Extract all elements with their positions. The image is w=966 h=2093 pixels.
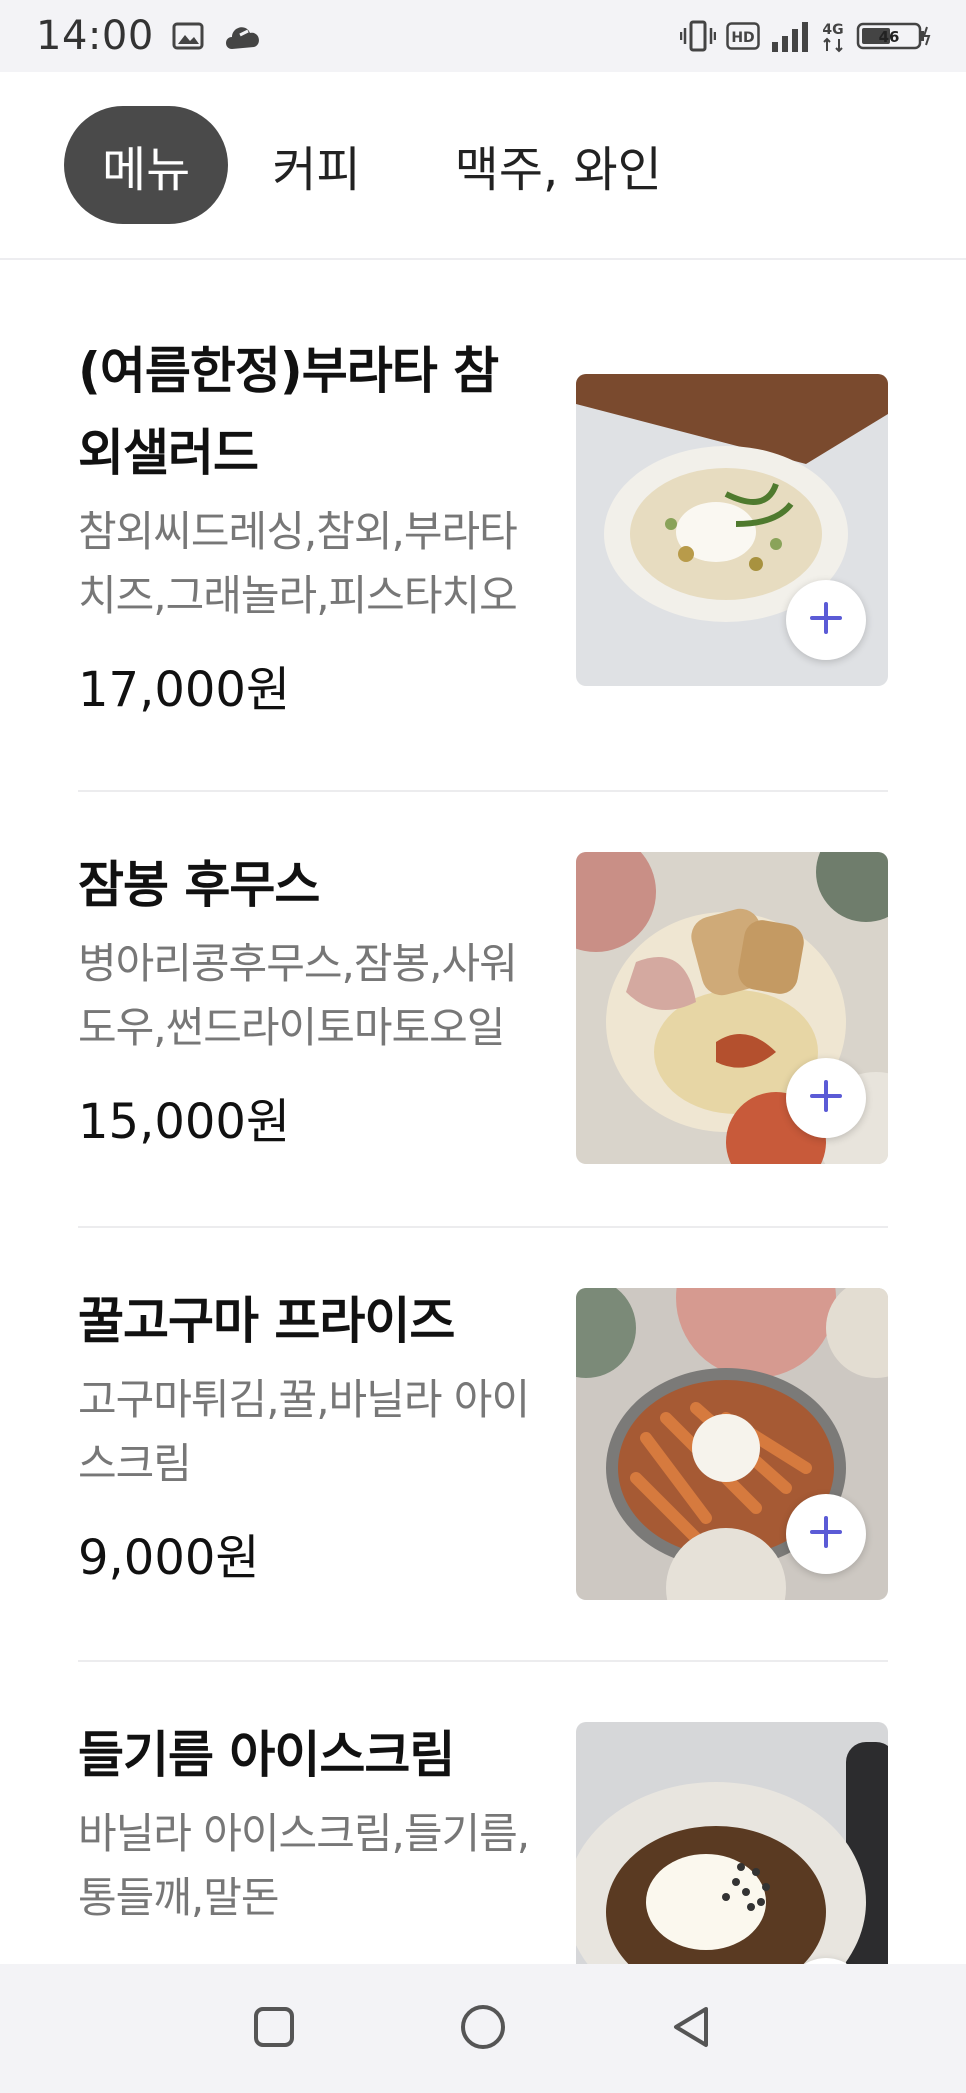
tab-menu[interactable]: 메뉴	[64, 106, 229, 224]
hd-label: HD	[731, 30, 754, 46]
image-icon	[172, 22, 204, 50]
add-to-cart-button[interactable]	[786, 580, 866, 660]
menu-item-text: 꿀고구마 프라이즈 고구마튀김,꿀,바닐라 아이스크림 9,000원	[78, 1280, 538, 1600]
home-icon	[459, 2003, 507, 2055]
menu-item-price: 17,000원	[78, 662, 291, 718]
back-button[interactable]	[662, 1999, 722, 2059]
menu-item-description: 참외씨드레싱,참외,부라타치즈,그래놀라,피스타치오	[78, 507, 518, 620]
menu-item-name: 꿀고구마 프라이즈	[78, 1292, 455, 1350]
recent-apps-button[interactable]	[244, 1999, 304, 2059]
menu-item[interactable]: 꿀고구마 프라이즈 고구마튀김,꿀,바닐라 아이스크림 9,000원	[78, 1280, 888, 1600]
sweet-potato-fries-photo[interactable]	[576, 1288, 888, 1600]
menu-item-name: 들기름 아이스크림	[78, 1726, 455, 1784]
divider	[78, 1660, 888, 1662]
status-right: HD 4G 46	[680, 19, 932, 53]
menu-item-text: (여름한정)부라타 참외샐러드 참외씨드레싱,참외,부라타치즈,그래놀라,피스타…	[78, 330, 538, 720]
divider	[78, 1226, 888, 1228]
burrata-salad-photo[interactable]	[576, 374, 888, 686]
recent-apps-icon	[252, 2005, 296, 2053]
menu-item-price: 9,000원	[78, 1530, 260, 1586]
category-tabs: 메뉴 커피 맥주, 와인	[0, 72, 966, 260]
battery-icon: 46	[856, 21, 932, 51]
menu-item[interactable]: 들기름 아이스크림 바닐라 아이스크림,들기름,통들깨,말돈	[78, 1714, 888, 1964]
jambon-hummus-photo[interactable]	[576, 852, 888, 1164]
network-4g-icon: 4G	[820, 19, 846, 53]
status-bar: 14:00 HD 4G 46	[0, 0, 966, 72]
menu-item-description: 고구마튀김,꿀,바닐라 아이스크림	[78, 1375, 530, 1488]
perilla-oil-ice-cream-photo[interactable]	[576, 1722, 888, 1964]
tab-coffee[interactable]: 커피	[234, 106, 398, 224]
menu-item-name: 잠봉 후무스	[78, 856, 320, 914]
status-time: 14:00	[36, 13, 154, 59]
home-button[interactable]	[453, 1999, 513, 2059]
back-icon	[670, 2005, 714, 2053]
menu-item-description: 바닐라 아이스크림,들기름,통들깨,말돈	[78, 1809, 530, 1922]
hd-icon: HD	[726, 22, 760, 50]
add-to-cart-button[interactable]	[786, 1494, 866, 1574]
signal-icon	[770, 20, 810, 52]
network-label: 4G	[822, 22, 843, 38]
system-navigation-bar	[0, 1964, 966, 2093]
divider	[78, 790, 888, 792]
menu-item-text: 들기름 아이스크림 바닐라 아이스크림,들기름,통들깨,말돈	[78, 1714, 538, 1964]
menu-item[interactable]: (여름한정)부라타 참외샐러드 참외씨드레싱,참외,부라타치즈,그래놀라,피스타…	[78, 330, 888, 720]
menu-item-text: 잠봉 후무스 병아리콩후무스,잠봉,사워도우,썬드라이토마토오일 15,000원	[78, 844, 538, 1164]
add-to-cart-button[interactable]	[786, 1058, 866, 1138]
cloud-icon	[222, 19, 264, 53]
plus-icon	[808, 1078, 844, 1118]
menu-item[interactable]: 잠봉 후무스 병아리콩후무스,잠봉,사워도우,썬드라이토마토오일 15,000원	[78, 844, 888, 1164]
status-left: 14:00	[36, 13, 264, 59]
plus-icon	[808, 1514, 844, 1554]
plus-icon	[808, 600, 844, 640]
menu-item-description: 병아리콩후무스,잠봉,사워도우,썬드라이토마토오일	[78, 939, 518, 1052]
tab-beer-wine[interactable]: 맥주, 와인	[417, 106, 700, 224]
menu-item-price: 15,000원	[78, 1094, 291, 1150]
vibrate-icon	[680, 19, 716, 53]
menu-item-name: (여름한정)부라타 참외샐러드	[78, 342, 499, 482]
battery-level: 46	[879, 28, 900, 46]
menu-list: (여름한정)부라타 참외샐러드 참외씨드레싱,참외,부라타치즈,그래놀라,피스타…	[0, 262, 966, 1964]
